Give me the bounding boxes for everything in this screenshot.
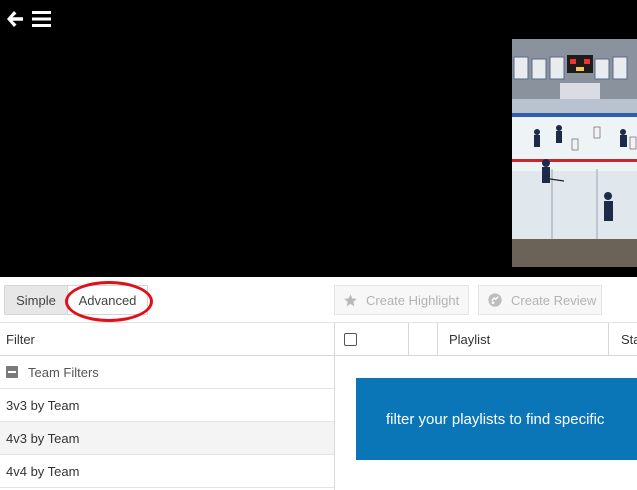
filter-header: Filter bbox=[0, 323, 334, 356]
column-header-playlist[interactable]: Playlist bbox=[449, 332, 490, 347]
create-review-label: Create Review bbox=[511, 292, 597, 308]
filter-item-4v4-by-team[interactable]: 4v4 by Team bbox=[0, 455, 334, 488]
collapse-minus-icon[interactable] bbox=[6, 366, 18, 378]
column-divider bbox=[437, 323, 438, 356]
filter-item-3v3-by-team[interactable]: 3v3 by Team bbox=[0, 389, 334, 422]
filter-item-label: 4v3 by Team bbox=[6, 430, 80, 446]
video-player[interactable] bbox=[0, 0, 637, 277]
filter-item-label: 4v4 by Team bbox=[6, 463, 80, 479]
filter-item-label: 3v3 by Team bbox=[6, 397, 80, 413]
team-filters-label: Team Filters bbox=[28, 364, 99, 380]
review-icon bbox=[488, 293, 502, 307]
star-icon bbox=[344, 293, 357, 306]
filter-header-label: Filter bbox=[6, 331, 35, 347]
create-highlight-button[interactable]: Create Highlight bbox=[334, 285, 469, 315]
simple-mode-button[interactable]: Simple bbox=[4, 285, 68, 315]
playlist-panel: Playlist Sta filter your playlists to fi… bbox=[335, 323, 637, 490]
hamburger-menu-icon[interactable] bbox=[32, 10, 51, 28]
advanced-mode-label: Advanced bbox=[78, 292, 137, 308]
video-frame bbox=[512, 39, 637, 267]
info-banner-text: filter your playlists to find specific bbox=[386, 410, 605, 428]
simple-mode-label: Simple bbox=[16, 292, 56, 308]
filter-panel: Filter Team Filters 3v3 by Team 4v3 by T… bbox=[0, 323, 335, 490]
arrow-left-icon[interactable] bbox=[5, 9, 25, 29]
column-divider bbox=[408, 323, 409, 356]
create-review-button[interactable]: Create Review bbox=[478, 285, 602, 315]
playlist-table-header: Playlist Sta bbox=[335, 323, 637, 356]
column-header-status[interactable]: Sta bbox=[621, 332, 637, 347]
create-highlight-label: Create Highlight bbox=[366, 292, 460, 308]
team-filters-group[interactable]: Team Filters bbox=[0, 356, 334, 389]
select-all-checkbox[interactable] bbox=[344, 333, 357, 346]
column-divider bbox=[608, 323, 609, 356]
info-banner: filter your playlists to find specific bbox=[356, 378, 637, 460]
toolbar: Simple Advanced Create Highlight Create … bbox=[0, 277, 637, 323]
filter-item-4v3-by-team[interactable]: 4v3 by Team bbox=[0, 422, 334, 455]
advanced-mode-button[interactable]: Advanced bbox=[68, 285, 148, 315]
